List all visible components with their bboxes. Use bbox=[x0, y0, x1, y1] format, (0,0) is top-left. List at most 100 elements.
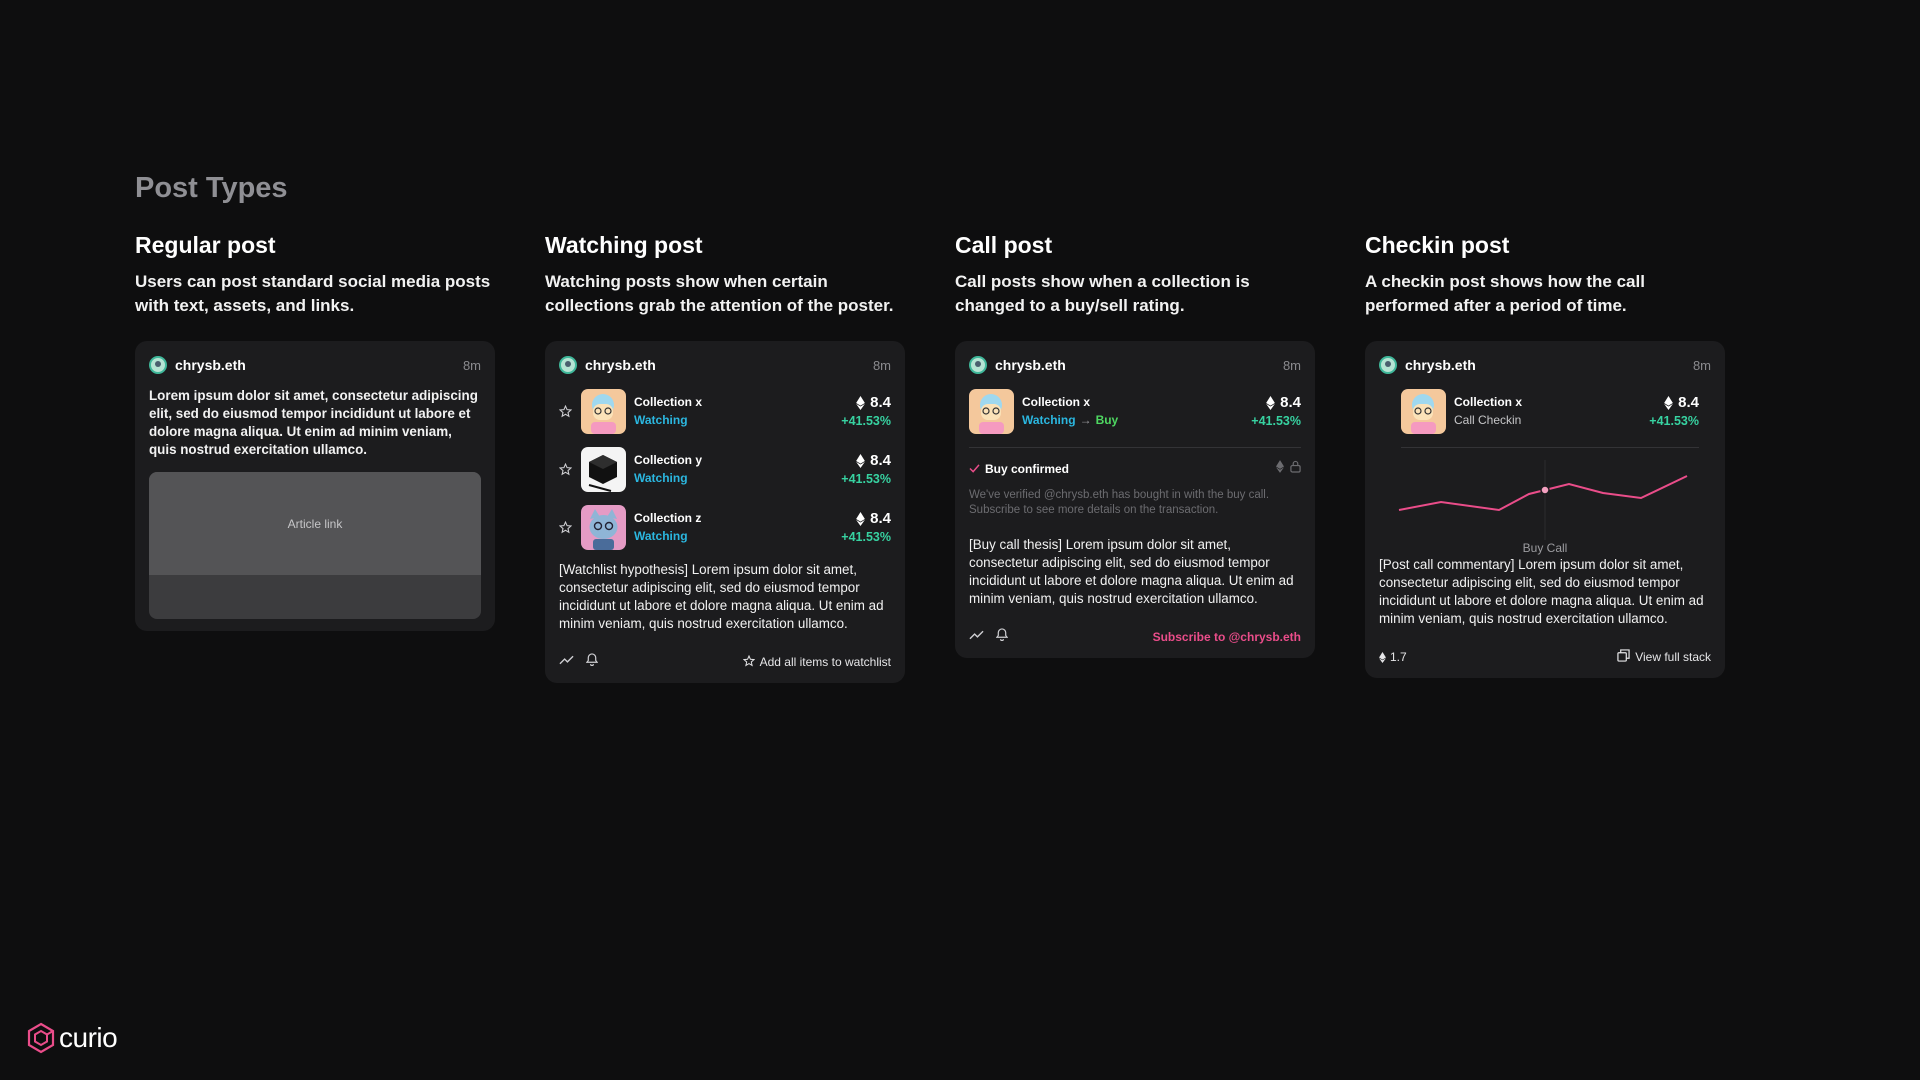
call-post-column: Call post Call posts show when a collect… bbox=[955, 232, 1315, 658]
checkin-sparkline: Buy Call bbox=[1379, 460, 1711, 555]
collection-status: Watching bbox=[634, 471, 688, 485]
watching-post-card[interactable]: chrysb.eth 8m Collection x Watching 8.4 … bbox=[545, 341, 905, 683]
collection-row[interactable]: Collection y Watching 8.4 +41.53% bbox=[559, 445, 891, 493]
nft-black-cube-icon bbox=[581, 446, 626, 492]
collection-row[interactable]: Collection z Watching 8.4 +41.53% bbox=[559, 503, 891, 551]
trend-icon[interactable] bbox=[969, 628, 984, 646]
price-value: 8.4 bbox=[1678, 394, 1699, 411]
username[interactable]: chrysb.eth bbox=[585, 357, 873, 373]
view-full-stack-button[interactable]: View full stack bbox=[1617, 649, 1711, 665]
star-icon[interactable] bbox=[559, 520, 573, 534]
timestamp: 8m bbox=[462, 357, 481, 373]
post-header: chrysb.eth 8m bbox=[969, 355, 1301, 375]
buy-confirmed-row: Buy confirmed bbox=[969, 460, 1301, 478]
price-change: +41.53% bbox=[841, 414, 891, 428]
post-footer: Subscribe to @chrysb.eth bbox=[969, 628, 1301, 646]
collection-price: 8.4 bbox=[1649, 394, 1699, 411]
column-description: Call posts show when a collection is cha… bbox=[955, 272, 1250, 315]
status-from: Watching bbox=[1022, 413, 1076, 427]
regular-post-card[interactable]: chrysb.eth 8m Lorem ipsum dolor sit amet… bbox=[135, 341, 495, 631]
add-to-watchlist-button[interactable]: Add all items to watchlist bbox=[742, 654, 891, 670]
column-description: Users can post standard social media pos… bbox=[135, 272, 491, 315]
post-header: chrysb.eth 8m bbox=[149, 355, 481, 375]
add-to-watchlist-label: Add all items to watchlist bbox=[759, 655, 891, 669]
avatar[interactable] bbox=[149, 356, 167, 374]
column-description: Watching posts show when certain collect… bbox=[545, 272, 894, 315]
post-footer: 1.7 View full stack bbox=[1379, 648, 1711, 666]
nft-cartoon-avatar-icon bbox=[969, 388, 1014, 434]
avatar[interactable] bbox=[1379, 356, 1397, 374]
avatar[interactable] bbox=[969, 356, 987, 374]
collection-row[interactable]: Collection x Call Checkin 8.4 +41.53% bbox=[1401, 387, 1699, 435]
star-icon bbox=[742, 654, 755, 670]
buy-call-label: Buy Call bbox=[1522, 541, 1568, 555]
section-title: Post Types bbox=[135, 172, 288, 204]
timestamp: 8m bbox=[1282, 357, 1301, 373]
stack-icon bbox=[1617, 649, 1630, 665]
username[interactable]: chrysb.eth bbox=[175, 357, 463, 373]
call-post-card[interactable]: chrysb.eth 8m Collection x Watching → Buy bbox=[955, 341, 1315, 658]
buy-call-marker bbox=[1540, 485, 1550, 495]
collection-row[interactable]: Collection x Watching 8.4 +41.53% bbox=[559, 387, 891, 435]
post-body: [Buy call thesis] Lorem ipsum dolor sit … bbox=[969, 537, 1294, 606]
collection-status: Watching bbox=[634, 413, 688, 427]
eth-icon bbox=[856, 395, 866, 410]
collection-status: Watching bbox=[634, 529, 688, 543]
curio-logo-text: curio bbox=[59, 1022, 118, 1053]
username[interactable]: chrysb.eth bbox=[1405, 357, 1693, 373]
column-heading: Call post bbox=[955, 232, 1053, 258]
watching-post-column: Watching post Watching posts show when c… bbox=[545, 232, 905, 683]
price-change: +41.53% bbox=[1649, 414, 1699, 428]
column-heading: Regular post bbox=[135, 232, 276, 258]
curio-logo-icon bbox=[27, 1022, 55, 1054]
price-value: 8.4 bbox=[870, 452, 891, 469]
collection-name: Collection x bbox=[1022, 395, 1091, 409]
star-icon[interactable] bbox=[559, 462, 573, 476]
eth-icon bbox=[856, 511, 866, 526]
article-link-image: Article link bbox=[149, 472, 481, 575]
bell-icon[interactable] bbox=[995, 628, 1009, 646]
divider bbox=[969, 447, 1301, 448]
curio-logo: curio bbox=[27, 1022, 118, 1054]
post-header: chrysb.eth 8m bbox=[559, 355, 891, 375]
divider bbox=[1401, 447, 1699, 448]
eth-icon bbox=[1266, 395, 1276, 410]
lock-icon bbox=[1290, 460, 1301, 478]
post-body: [Watchlist hypothesis] Lorem ipsum dolor… bbox=[559, 562, 884, 631]
regular-post-column: Regular post Users can post standard soc… bbox=[135, 232, 495, 631]
collection-status: Call Checkin bbox=[1454, 413, 1522, 427]
checkin-post-column: Checkin post A checkin post shows how th… bbox=[1365, 232, 1725, 678]
price-value: 8.4 bbox=[1280, 394, 1301, 411]
check-icon bbox=[969, 462, 980, 476]
timestamp: 8m bbox=[1692, 357, 1711, 373]
status-to: Buy bbox=[1095, 413, 1119, 427]
article-link-label: Article link bbox=[287, 516, 343, 531]
post-body: [Post call commentary] Lorem ipsum dolor… bbox=[1379, 557, 1704, 626]
subscribe-link[interactable]: Subscribe to @chrysb.eth bbox=[1153, 630, 1301, 644]
avatar[interactable] bbox=[559, 356, 577, 374]
article-link-preview[interactable]: Article link bbox=[149, 472, 481, 619]
price-value: 8.4 bbox=[870, 394, 891, 411]
column-heading: Watching post bbox=[545, 232, 703, 258]
post-footer: Add all items to watchlist bbox=[559, 653, 891, 671]
collection-status-change: Watching → Buy bbox=[1022, 413, 1251, 427]
bell-icon[interactable] bbox=[585, 653, 599, 671]
post-body: Lorem ipsum dolor sit amet, consectetur … bbox=[149, 388, 478, 457]
username[interactable]: chrysb.eth bbox=[995, 357, 1283, 373]
collection-row[interactable]: Collection x Watching → Buy 8.4 +41.53% bbox=[969, 387, 1301, 435]
collection-name: Collection x bbox=[634, 395, 703, 409]
eth-icon bbox=[1276, 460, 1284, 478]
eth-icon bbox=[1664, 395, 1674, 410]
star-icon[interactable] bbox=[559, 404, 573, 418]
column-heading: Checkin post bbox=[1365, 232, 1510, 258]
post-header: chrysb.eth 8m bbox=[1379, 355, 1711, 375]
price-change: +41.53% bbox=[841, 472, 891, 486]
arrow-right-icon: → bbox=[1079, 413, 1092, 427]
timestamp: 8m bbox=[872, 357, 891, 373]
collection-name: Collection z bbox=[634, 511, 702, 525]
collection-name: Collection y bbox=[634, 453, 703, 467]
checkin-amount: 1.7 bbox=[1390, 650, 1407, 664]
checkin-post-card[interactable]: chrysb.eth 8m Collection x Call Checkin bbox=[1365, 341, 1725, 678]
trend-icon[interactable] bbox=[559, 653, 574, 671]
price-value: 8.4 bbox=[870, 510, 891, 527]
